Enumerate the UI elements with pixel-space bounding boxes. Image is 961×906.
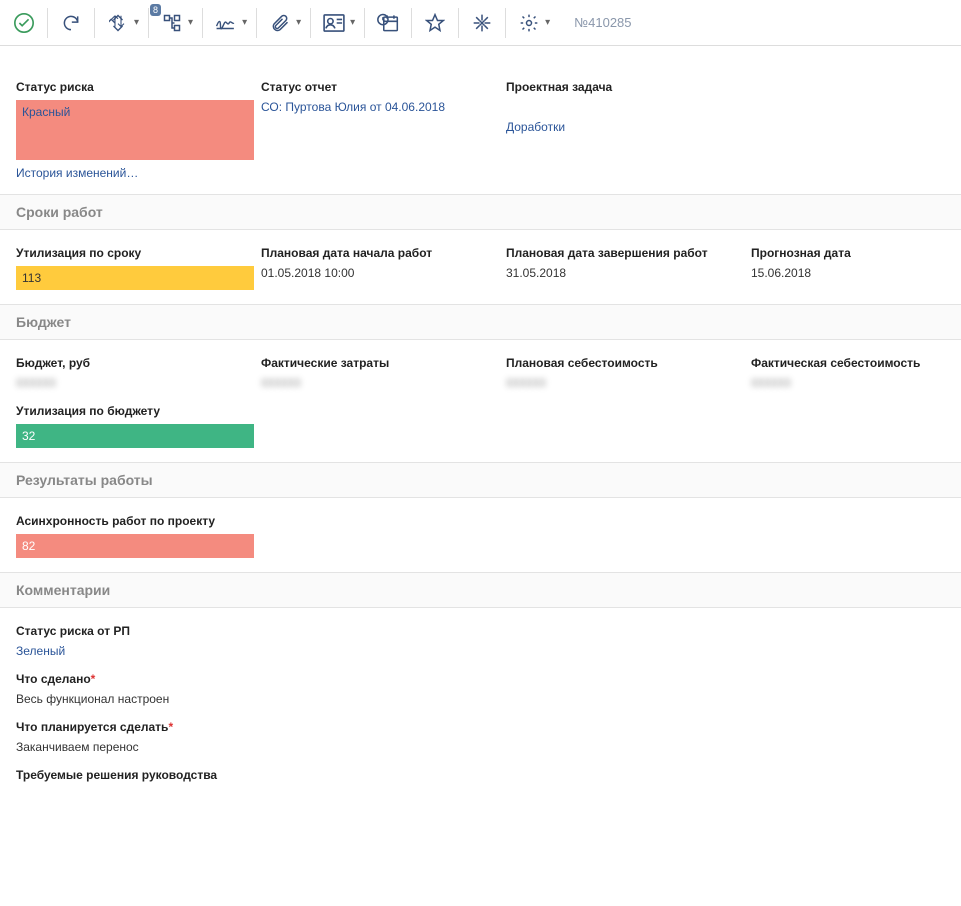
report-status-label: Статус отчет (261, 80, 506, 100)
risk-status-label: Статус риска (16, 80, 261, 100)
risk-status-value: Красный (16, 100, 254, 160)
section-budget: Бюджет (0, 304, 961, 340)
contact-card-icon[interactable] (318, 7, 350, 39)
budget-row-1: Бюджет, руб 000000 Фактические затраты 0… (16, 356, 945, 404)
plan-end-label: Плановая дата завершения работ (506, 246, 751, 266)
contact-dropdown[interactable]: ▾ (350, 17, 357, 28)
signature-dropdown[interactable]: ▾ (242, 17, 249, 28)
hierarchy-badge: 8 (150, 4, 161, 16)
settings-icon[interactable] (513, 7, 545, 39)
fact-cost-value: 000000 (261, 376, 506, 390)
section-dates: Сроки работ (0, 194, 961, 230)
section-comments: Комментарии (0, 572, 961, 608)
collapse-icon[interactable] (466, 7, 498, 39)
document-number: №410285 (574, 15, 631, 30)
budget-rub-value: 000000 (16, 376, 261, 390)
settings-dropdown[interactable]: ▾ (545, 17, 552, 28)
plan-selfcost-label: Плановая себестоимость (506, 356, 751, 376)
report-status-value[interactable]: СО: Пуртова Юлия от 04.06.2018 (261, 100, 506, 114)
section-results: Результаты работы (0, 462, 961, 498)
util-budget-value: 32 (16, 424, 254, 448)
toolbar: ▾ 8 ▾ ▾ ▾ ▾ ▾ №410285 (0, 0, 961, 46)
async-label: Асинхронность работ по проекту (16, 514, 261, 534)
signature-icon[interactable] (210, 7, 242, 39)
project-task-label: Проектная задача (506, 80, 751, 100)
budget-row-2: Утилизация по бюджету 32 (16, 404, 945, 462)
rp-status-label: Статус риска от РП (16, 624, 945, 644)
forecast-value: 15.06.2018 (751, 266, 945, 280)
sort-icon[interactable] (102, 7, 134, 39)
util-term-label: Утилизация по сроку (16, 246, 261, 266)
sort-dropdown[interactable]: ▾ (134, 17, 141, 28)
dates-row: Утилизация по сроку 113 Плановая дата на… (16, 246, 945, 304)
done-value: Весь функционал настроен (16, 692, 945, 706)
plan-start-value: 01.05.2018 10:00 (261, 266, 506, 280)
check-icon[interactable] (8, 7, 40, 39)
attachment-icon[interactable] (264, 7, 296, 39)
plan-end-value: 31.05.2018 (506, 266, 751, 280)
calendar-clock-icon[interactable] (372, 7, 404, 39)
attachment-dropdown[interactable]: ▾ (296, 17, 303, 28)
hierarchy-dropdown[interactable]: ▾ (188, 17, 195, 28)
risk-row: Статус риска Красный История изменений… … (16, 62, 945, 194)
rp-status-value[interactable]: Зеленый (16, 644, 945, 658)
util-term-value: 113 (16, 266, 254, 290)
decisions-label: Требуемые решения руководства (16, 768, 945, 788)
plan-value: Заканчиваем перенос (16, 740, 945, 754)
refresh-icon[interactable] (55, 7, 87, 39)
plan-start-label: Плановая дата начала работ (261, 246, 506, 266)
project-task-value[interactable]: Доработки (506, 108, 751, 134)
forecast-label: Прогнозная дата (751, 246, 945, 266)
util-budget-label: Утилизация по бюджету (16, 404, 261, 424)
content-area: Статус риска Красный История изменений… … (0, 46, 961, 810)
fact-selfcost-value: 000000 (751, 376, 945, 390)
fact-cost-label: Фактические затраты (261, 356, 506, 376)
budget-rub-label: Бюджет, руб (16, 356, 261, 376)
plan-label: Что планируется сделать (16, 720, 945, 740)
star-icon[interactable] (419, 7, 451, 39)
hierarchy-icon[interactable]: 8 (156, 7, 188, 39)
fact-selfcost-label: Фактическая себестоимость (751, 356, 945, 376)
results-row: Асинхронность работ по проекту 82 (16, 514, 945, 572)
plan-selfcost-value: 000000 (506, 376, 751, 390)
done-label: Что сделано (16, 672, 945, 692)
history-link[interactable]: История изменений… (16, 160, 138, 180)
async-value: 82 (16, 534, 254, 558)
